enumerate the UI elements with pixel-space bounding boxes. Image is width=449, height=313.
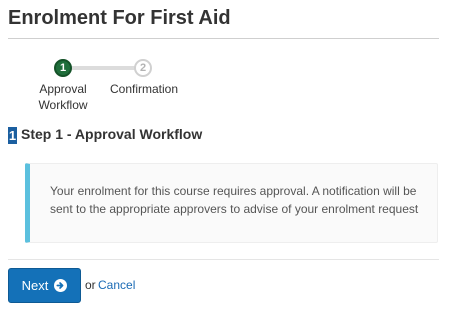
step-heading: Step 1 - Approval Workflow [21,126,203,142]
page-title: Enrolment For First Aid [8,7,231,29]
step-1-indicator: 1 [54,59,72,77]
cancel-link[interactable]: Cancel [98,278,135,292]
form-divider [8,259,439,260]
step-2-label: Confirmation [109,82,179,96]
step-1-label: Approval Workflow [38,82,88,112]
arrow-circle-right-icon [54,279,68,292]
stepper-connector [68,66,140,70]
next-button[interactable]: Next [8,268,81,303]
step-number-badge: 1 [8,127,17,144]
approval-info-box: Your enrolment for this course requires … [25,163,438,243]
next-button-label: Next [21,278,49,293]
or-separator: or [85,278,96,292]
title-divider [8,38,439,39]
step-2-indicator: 2 [134,59,152,77]
approval-info-message: Your enrolment for this course requires … [50,184,419,216]
